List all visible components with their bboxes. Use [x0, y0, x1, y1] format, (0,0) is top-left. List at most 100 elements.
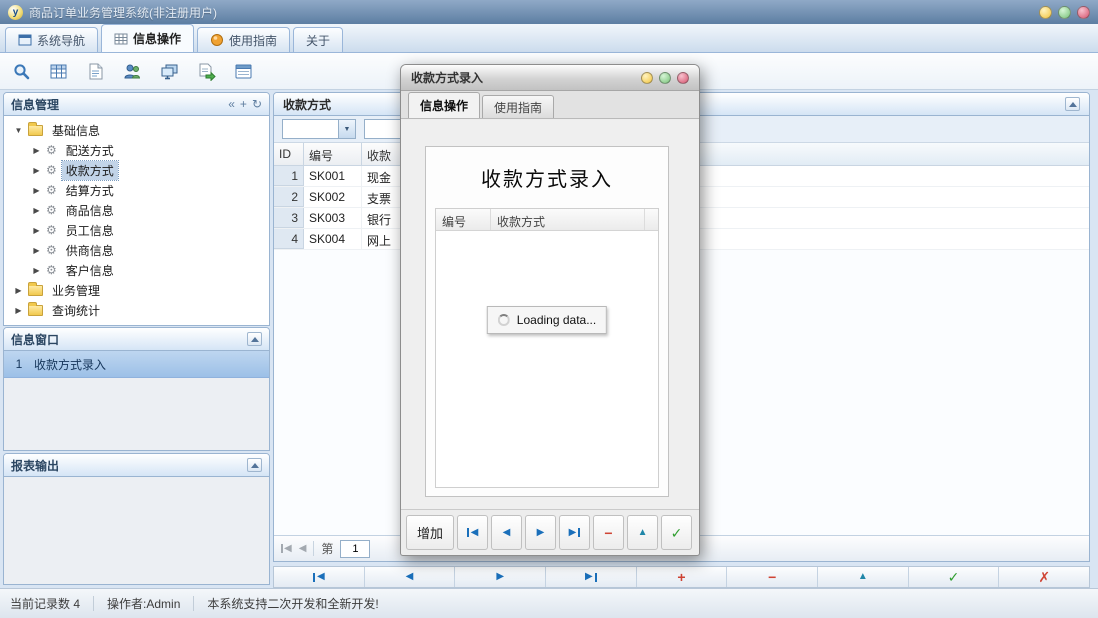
expand-arrow-icon[interactable]: ▶: [32, 266, 41, 275]
nav-add-button[interactable]: +: [637, 567, 728, 587]
nav-next-button[interactable]: ▶: [455, 567, 546, 587]
tree-item-label: 收款方式: [62, 161, 118, 180]
nav-cancel-button[interactable]: ✗: [999, 567, 1089, 587]
tree-item-delivery-method[interactable]: ▶ ⚙ 配送方式: [6, 140, 267, 160]
expand-arrow-icon[interactable]: ▶: [32, 206, 41, 215]
page-number-input[interactable]: [340, 540, 370, 558]
tree-item-supplier-info[interactable]: ▶ ⚙ 供商信息: [6, 240, 267, 260]
nav-first-button[interactable]: ◀: [274, 567, 365, 587]
expand-arrow-icon[interactable]: ▶: [32, 186, 41, 195]
tab-info-operations[interactable]: 信息操作: [101, 24, 194, 52]
prev-page-icon: ◀: [503, 528, 511, 538]
dialog-minimize-button[interactable]: [641, 72, 653, 84]
dialog-first-button[interactable]: ◀: [457, 515, 488, 550]
gear-icon: ⚙: [46, 204, 57, 216]
panel-title: 信息窗口: [11, 331, 59, 348]
maximize-button[interactable]: [1058, 6, 1071, 19]
bottom-nav-toolbar: ◀ ◀ ▶ ▶ + − ▲ ✓ ✗: [273, 566, 1090, 588]
dialog-next-button[interactable]: ▶: [525, 515, 556, 550]
panels-button[interactable]: [230, 58, 256, 84]
minus-icon: −: [768, 570, 776, 584]
gear-icon: ⚙: [46, 264, 57, 276]
nav-ok-button[interactable]: ✓: [909, 567, 1000, 587]
report-output-header: 报表输出: [4, 454, 269, 477]
up-arrow-icon: ▲: [858, 572, 868, 582]
users-button[interactable]: [119, 58, 145, 84]
gear-icon: ⚙: [46, 144, 57, 156]
tree-item-employee-info[interactable]: ▶ ⚙ 员工信息: [6, 220, 267, 240]
page-label-prefix: 第: [321, 540, 333, 557]
divider: [193, 596, 194, 611]
close-button[interactable]: [1077, 6, 1090, 19]
column-header-id[interactable]: ID: [274, 143, 304, 165]
collapse-left-icon[interactable]: «: [228, 98, 235, 110]
dialog-tabbar: 信息操作 使用指南: [401, 91, 699, 119]
column-header-code[interactable]: 编号: [436, 209, 491, 230]
expand-arrow-icon[interactable]: ▶: [14, 286, 23, 295]
dialog-maximize-button[interactable]: [659, 72, 671, 84]
tab-about[interactable]: 关于: [293, 27, 343, 52]
tree-item-settlement-method[interactable]: ▶ ⚙ 结算方式: [6, 180, 267, 200]
open-window-item[interactable]: 1 收款方式录入: [4, 351, 269, 378]
dialog-remove-button[interactable]: −: [593, 515, 624, 550]
dialog-prev-button[interactable]: ◀: [491, 515, 522, 550]
collapse-panel-icon[interactable]: [247, 332, 262, 346]
refresh-icon[interactable]: ↻: [252, 98, 262, 110]
gear-icon: ⚙: [46, 244, 57, 256]
nav-up-button[interactable]: ▲: [818, 567, 909, 587]
tree-item-query-statistics[interactable]: ▶ 查询统计: [6, 300, 267, 320]
collapse-panel-icon[interactable]: [1065, 97, 1080, 111]
tab-system-navigation[interactable]: 系统导航: [5, 27, 98, 52]
tree-item-label: 基础信息: [48, 121, 104, 140]
minimize-button[interactable]: [1039, 6, 1052, 19]
dialog-grid: 编号 收款方式 Loading data...: [435, 208, 659, 488]
dialog-tab-info-operations[interactable]: 信息操作: [408, 92, 480, 118]
tree-item-label: 业务管理: [48, 281, 104, 300]
dialog-close-button[interactable]: [677, 72, 689, 84]
dialog-tab-user-guide[interactable]: 使用指南: [482, 95, 554, 118]
dialog-up-button[interactable]: ▲: [627, 515, 658, 550]
document-button[interactable]: [82, 58, 108, 84]
column-header-code[interactable]: 编号: [304, 143, 362, 165]
nav-prev-button[interactable]: ◀: [365, 567, 456, 587]
tree-item-business-management[interactable]: ▶ 业务管理: [6, 280, 267, 300]
tree-item-payment-method[interactable]: ▶ ⚙ 收款方式: [6, 160, 267, 180]
titlebar: y 商品订单业务管理系统(非注册用户): [0, 0, 1098, 24]
filter-combo-1[interactable]: ▼: [282, 119, 356, 139]
export-button[interactable]: [193, 58, 219, 84]
dialog-ok-button[interactable]: ✓: [661, 515, 692, 550]
statusbar: 当前记录数 4 操作者:Admin 本系统支持二次开发和全新开发!: [0, 588, 1098, 618]
expand-arrow-icon[interactable]: ▶: [32, 226, 41, 235]
app-logo-icon: y: [8, 5, 23, 20]
nav-remove-button[interactable]: −: [727, 567, 818, 587]
add-icon[interactable]: +: [240, 98, 247, 110]
add-record-button[interactable]: 增加: [406, 515, 454, 550]
column-header-method[interactable]: 收款方式: [491, 209, 645, 230]
search-button[interactable]: [8, 58, 34, 84]
tree-item-basic-info[interactable]: ▼ 基础信息: [6, 120, 267, 140]
collapse-panel-icon[interactable]: [247, 458, 262, 472]
expand-arrow-icon[interactable]: ▶: [14, 306, 23, 315]
expand-arrow-icon[interactable]: ▶: [32, 146, 41, 155]
dialog-body: 收款方式录入 编号 收款方式 Loading data...: [401, 120, 699, 509]
monitors-button[interactable]: [156, 58, 182, 84]
tree-item-product-info[interactable]: ▶ ⚙ 商品信息: [6, 200, 267, 220]
divider: [93, 596, 94, 611]
paging-first-button[interactable]: ◀: [281, 544, 292, 554]
main-tabbar: 系统导航 信息操作 使用指南 关于: [0, 24, 1098, 53]
table-button[interactable]: [45, 58, 71, 84]
paging-prev-button[interactable]: ◀: [299, 544, 307, 554]
expand-arrow-icon[interactable]: ▶: [32, 166, 41, 175]
combo-dropdown-icon[interactable]: ▼: [338, 120, 355, 138]
dialog-titlebar[interactable]: 收款方式录入: [401, 65, 699, 91]
column-header-spacer: [645, 209, 658, 230]
window-icon: [18, 33, 32, 47]
nav-last-button[interactable]: ▶: [546, 567, 637, 587]
tree-item-customer-info[interactable]: ▶ ⚙ 客户信息: [6, 260, 267, 280]
tab-user-guide[interactable]: 使用指南: [197, 27, 290, 52]
tab-label: 使用指南: [494, 99, 542, 116]
expand-arrow-icon[interactable]: ▶: [32, 246, 41, 255]
next-page-icon: ▶: [496, 572, 504, 582]
dialog-last-button[interactable]: ▶: [559, 515, 590, 550]
collapse-arrow-icon[interactable]: ▼: [14, 126, 23, 135]
